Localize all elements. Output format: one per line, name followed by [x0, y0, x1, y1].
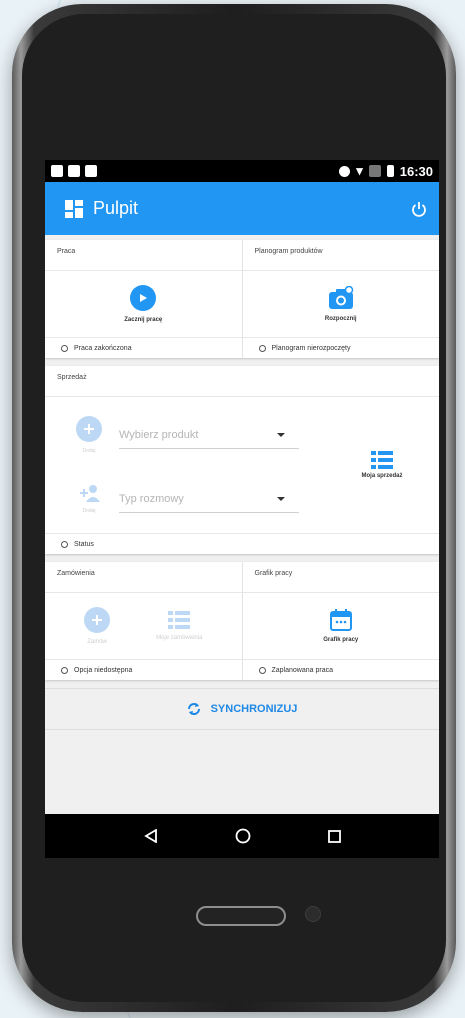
schedule-status-text: Zaplanowana praca [271, 666, 334, 674]
conversation-type-text: Typ rozmowy [119, 492, 184, 505]
navigation-bar [45, 814, 439, 858]
power-icon[interactable] [411, 201, 427, 217]
work-section: Praca Zacznij pracę Praca zakończona [45, 240, 242, 358]
clock-icon [61, 540, 68, 548]
page-title: Pulpit [93, 198, 139, 218]
planogram-status-text: Planogram nierozpoczęty [271, 344, 351, 352]
image-notification-icon [51, 165, 63, 177]
my-orders-button[interactable]: Moje zamówienia [156, 611, 202, 641]
home-button[interactable] [196, 906, 286, 926]
back-icon[interactable] [143, 829, 158, 843]
conversation-type-select[interactable]: Typ rozmowy [119, 485, 299, 513]
planogram-section: Planogram produktów Rozpocznij Planogram… [241, 240, 440, 358]
my-sales-button[interactable]: Moja sprzedaż [325, 397, 439, 533]
order-button[interactable]: Zamów [84, 607, 111, 645]
plus-icon [76, 416, 102, 442]
dnd-icon [339, 165, 351, 177]
dropdown-icon [277, 496, 285, 501]
status-bar: ▾ 16:30 [45, 160, 439, 182]
work-header: Praca [45, 240, 242, 271]
product-select-text: Wybierz produkt [119, 428, 199, 441]
clock-icon [61, 344, 68, 352]
orders-schedule-card: Zamówienia Zamów Moje zamówienia Opcja n… [45, 562, 439, 680]
work-status-text: Praca zakończona [74, 344, 132, 352]
start-planogram-label: Rozpocznij [324, 316, 357, 322]
add-person-icon [80, 485, 100, 502]
app-bar: Pulpit [45, 182, 439, 235]
sales-card: Sprzedaż Dodaj Wybierz produkt Dodaj Typ… [45, 366, 439, 554]
home-icon[interactable] [235, 828, 251, 844]
my-sales-label: Moja sprzedaż [361, 473, 403, 479]
calendar-icon [329, 609, 352, 631]
add-product-button[interactable]: Dodaj [69, 416, 109, 454]
work-planogram-card: Praca Zacznij pracę Praca zakończona Pla… [45, 240, 439, 358]
clock-icon [258, 666, 266, 674]
orders-section: Zamówienia Zamów Moje zamówienia Opcja n… [45, 562, 242, 680]
camera-icon [328, 286, 353, 309]
start-work-button[interactable]: Zacznij pracę [45, 271, 242, 337]
battery-icon [386, 165, 394, 177]
screen: ▾ 16:30 Pulpit Praca Zacznij pracę Praca… [45, 160, 439, 858]
sync-icon [187, 703, 200, 715]
list-icon [371, 451, 393, 469]
add-person-button[interactable]: Dodaj [69, 484, 109, 514]
work-status: Praca zakończona [45, 337, 242, 358]
play-icon [130, 285, 157, 311]
order-label: Zamów [87, 639, 107, 645]
sync-label: SYNCHRONIZUJ [210, 703, 298, 715]
sales-header: Sprzedaż [45, 366, 439, 397]
sync-button[interactable]: SYNCHRONIZUJ [45, 688, 439, 730]
schedule-label: Grafik pracy [323, 637, 359, 643]
recents-icon[interactable] [327, 829, 341, 843]
planogram-status: Planogram nierozpoczęty [242, 337, 439, 358]
clock-icon [61, 666, 68, 674]
orders-status: Opcja niedostępna [45, 659, 242, 680]
add-person-label: Dodaj [82, 508, 96, 514]
sales-status-text: Status [74, 540, 94, 548]
sensor-icon [305, 906, 321, 922]
dropdown-icon [277, 432, 285, 437]
dashboard-icon [65, 199, 83, 218]
plus-icon [84, 607, 111, 633]
clock-icon [258, 344, 266, 352]
start-planogram-button[interactable]: Rozpocznij [243, 271, 440, 337]
nfc-notification-icon [68, 165, 80, 177]
orders-header: Zamówienia [45, 562, 242, 593]
schedule-header: Grafik pracy [242, 562, 439, 593]
orders-status-text: Opcja niedostępna [74, 666, 133, 674]
wifi-icon: ▾ [356, 163, 363, 178]
list-icon [168, 611, 191, 629]
add-product-label: Dodaj [82, 448, 96, 454]
sales-status: Status [45, 533, 439, 554]
signal-icon [368, 165, 381, 177]
status-time: 16:30 [399, 163, 433, 179]
app-notification-icon [85, 165, 97, 177]
planogram-header: Planogram produktów [242, 240, 439, 271]
start-work-label: Zacznij pracę [124, 317, 163, 323]
schedule-section: Grafik pracy Grafik pracy Zaplanowana pr… [241, 562, 440, 680]
schedule-status: Zaplanowana praca [242, 659, 439, 680]
schedule-button[interactable]: Grafik pracy [243, 593, 440, 659]
product-select[interactable]: Wybierz produkt [119, 421, 299, 449]
my-orders-label: Moje zamówienia [156, 635, 203, 641]
